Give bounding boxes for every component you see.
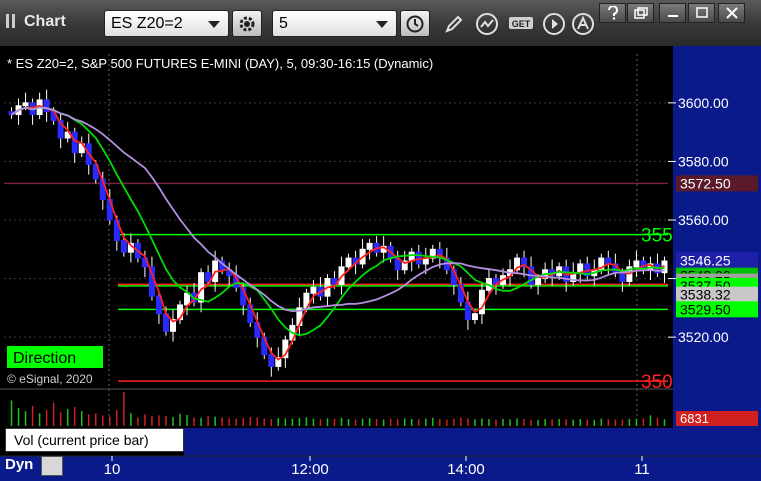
price-chart[interactable]: * ES Z20=2, S&P 500 FUTURES E-MINI (DAY)… [0,46,761,481]
interval-dropdown-icon[interactable] [376,21,388,28]
y-tick-label: 3560.00 [678,212,729,228]
x-tick-label: 12:00 [291,461,329,478]
clock-icon [406,15,424,32]
volume-axis-strip [184,428,673,456]
candle-body [22,102,29,107]
copyright-text: © eSignal, 2020 [7,372,93,386]
window-title: Chart [6,13,66,31]
symbol-value: ES Z20=2 [111,15,183,32]
help-button[interactable] [599,3,626,23]
volume-panel-close-icon[interactable]: ✕ [171,426,182,442]
close-window-button[interactable] [718,3,745,23]
minimize-icon [667,15,678,17]
candle-body [478,289,485,315]
candle-body [366,242,373,250]
dynamic-settings-icon[interactable] [41,456,63,476]
studies-button[interactable] [473,10,501,38]
alert-icon [572,13,594,35]
level-label: 355 [641,226,673,247]
symbol-combo[interactable]: ES Z20=2 [104,10,229,37]
y-tick-label: 3600.00 [678,95,729,111]
draw-tool-button[interactable] [440,10,468,38]
close-icon [725,7,738,19]
y-tick-label: 3580.00 [678,153,729,169]
candle-body [184,292,191,306]
candle-body [633,260,640,268]
price-tag-text: 3529.50 [680,301,731,317]
restore-button[interactable] [627,3,654,23]
candle-body [619,272,626,283]
interval-combo[interactable]: 5 [272,10,397,37]
dyn-label: Dyn [5,456,34,473]
play-icon [543,13,565,35]
gear-icon [239,16,255,31]
symbol-dropdown-icon[interactable] [208,21,220,28]
candle-body [120,240,127,253]
x-tick-label: 10 [104,461,121,478]
get-data-button[interactable]: GET [507,10,535,38]
candle-body [345,257,352,268]
candle-body [310,286,317,294]
price-tag-text: 3538.32 [680,287,731,303]
volume-panel-label[interactable]: Vol (current price bar) [5,428,184,452]
alerts-button[interactable] [569,10,597,38]
minimize-button[interactable] [659,3,686,23]
y-tick-label: 3520.00 [678,329,729,345]
chart-toolbar: Chart ES Z20=2 5 GET [0,0,761,47]
volume-panel [0,390,673,428]
help-icon [607,6,618,20]
maximize-button[interactable] [688,3,715,23]
symbol-settings-button[interactable] [232,10,262,37]
direction-label: Direction [13,350,76,367]
candle-body [71,131,78,154]
pencil-icon [445,15,463,33]
study-icon [476,13,498,35]
time-button[interactable] [400,10,430,37]
chart-bars-icon [6,14,20,28]
price-tag-text: 3546.25 [680,252,731,268]
price-tag-text: 3572.50 [680,175,731,191]
candle-body [268,354,275,367]
candle-body [471,313,478,321]
maximize-icon [695,7,708,18]
level-label: 350 [641,372,673,393]
candle-body [535,278,542,285]
restore-icon [633,7,648,19]
x-tick-label: 14:00 [447,461,485,478]
x-tick-label: 11 [634,461,650,478]
chart-header: * ES Z20=2, S&P 500 FUTURES E-MINI (DAY)… [7,56,433,71]
volume-tag-text: 6831 [680,411,709,426]
svg-text:GET: GET [512,19,531,29]
interval-value: 5 [279,15,288,32]
play-button[interactable] [540,10,568,38]
get-icon: GET [509,17,533,29]
